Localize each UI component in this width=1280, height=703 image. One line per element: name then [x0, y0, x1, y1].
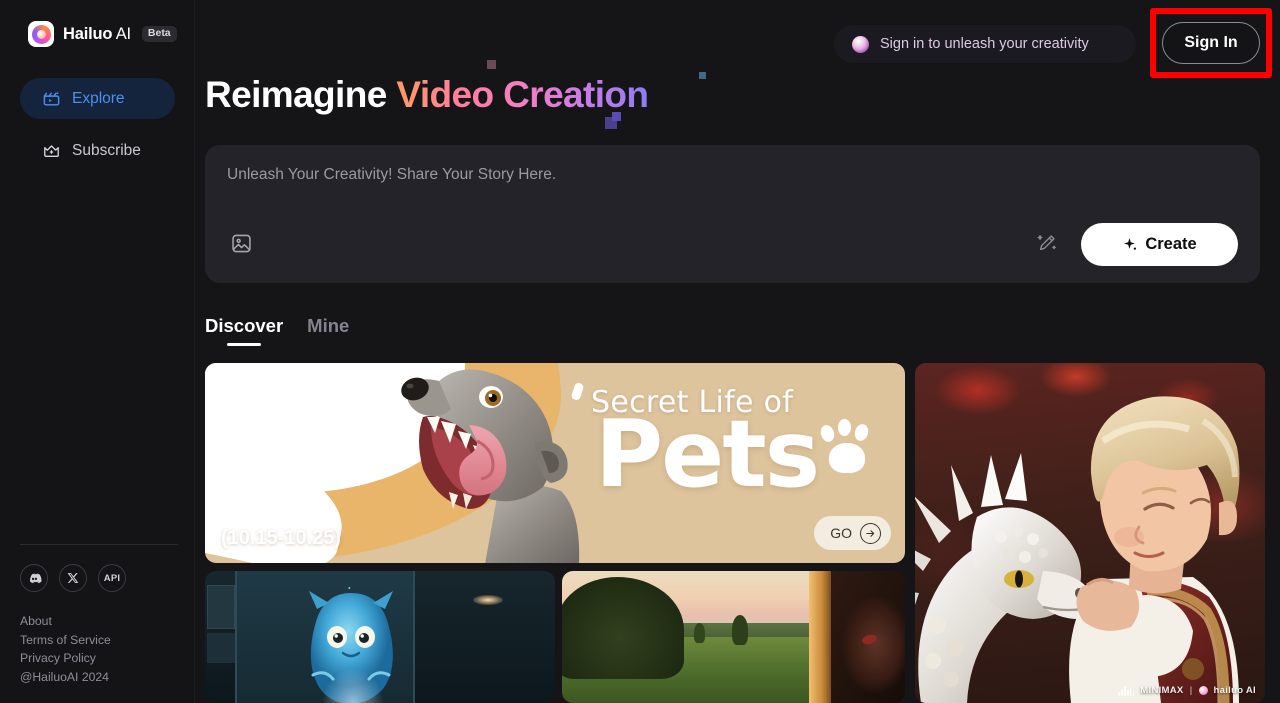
video-card-creature[interactable] — [205, 571, 555, 703]
footer-copyright: @HailuoAI 2024 — [20, 669, 109, 684]
footer-link-about[interactable]: About — [20, 612, 178, 631]
video-card-landscape[interactable] — [562, 571, 905, 703]
prompt-placeholder: Unleash Your Creativity! Share Your Stor… — [227, 166, 557, 183]
card-decor — [207, 585, 235, 629]
image-upload-button[interactable] — [227, 229, 256, 258]
sidebar-item-explore[interactable]: Explore — [20, 78, 175, 119]
card-decor — [323, 669, 383, 703]
beta-badge: Beta — [141, 26, 177, 42]
banner-go-button[interactable]: GO — [814, 516, 891, 550]
create-button[interactable]: Create — [1081, 223, 1238, 266]
image-upload-icon — [232, 234, 251, 253]
magic-pencil-button[interactable] — [1031, 227, 1063, 259]
footer-link-privacy[interactable]: Privacy Policy — [20, 649, 178, 668]
sidebar-item-label: Subscribe — [72, 141, 141, 159]
sidebar-nav: Explore Subscribe — [20, 78, 175, 182]
decor-square — [487, 60, 496, 69]
video-watermark: MINIMAX | hailuo AI — [1118, 685, 1256, 696]
hailuo-mark-icon — [1198, 686, 1208, 695]
page-title: Reimagine Video Creation — [205, 74, 649, 116]
brand-name: Hailuo AI — [63, 24, 131, 43]
api-icon[interactable]: API — [98, 564, 126, 592]
sidebar-footer: API About Terms of Service Privacy Polic… — [20, 544, 178, 686]
sidebar: Hailuo AI Beta Explore Subscribe API Abo… — [0, 0, 195, 703]
tab-discover[interactable]: Discover — [205, 315, 283, 346]
page-title-plain: Reimagine — [205, 74, 387, 115]
watermark-primary: MINIMAX — [1140, 685, 1184, 696]
sparkle-icon — [1124, 237, 1137, 250]
banner-go-label: GO — [830, 525, 852, 541]
x-twitter-icon[interactable] — [59, 564, 87, 592]
content-tabs: Discover Mine — [205, 315, 349, 346]
banner-headline: Pets — [595, 400, 820, 508]
discord-icon[interactable] — [20, 564, 48, 592]
arrow-right-circle-icon — [860, 522, 881, 544]
decor-square — [699, 72, 706, 79]
minimax-waveform-icon — [1118, 685, 1135, 696]
hailuo-spiral-logo-icon — [28, 21, 54, 47]
video-card-dragon[interactable]: MINIMAX | hailuo AI — [915, 363, 1265, 703]
page-title-gradient: Video Creation — [396, 74, 649, 115]
watermark-secondary: hailuo AI — [1213, 685, 1256, 696]
card-decor — [732, 615, 748, 645]
footer-links: About Terms of Service Privacy Policy @H… — [20, 612, 178, 686]
card-decor — [207, 633, 235, 663]
boy-illustration — [1069, 396, 1240, 703]
footer-link-terms[interactable]: Terms of Service — [20, 631, 178, 650]
paw-print-icon — [818, 419, 881, 479]
promo-banner-card[interactable]: Secret Life of Pets (10.15-10.25) GO — [205, 363, 905, 563]
brand-logo[interactable]: Hailuo AI Beta — [28, 21, 177, 47]
card-decor — [694, 623, 705, 643]
decor-square — [612, 112, 621, 121]
magic-pencil-icon — [1037, 235, 1056, 251]
crown-icon — [44, 145, 59, 158]
content-grid: Secret Life of Pets (10.15-10.25) GO MIN… — [205, 363, 1270, 703]
tab-mine[interactable]: Mine — [307, 315, 349, 346]
sidebar-item-label: Explore — [72, 89, 125, 107]
main-content: Reimagine Video Creation Unleash Your Cr… — [195, 0, 1280, 703]
watermark-separator: | — [1189, 685, 1193, 696]
card-decor — [473, 595, 503, 605]
clapperboard-icon — [43, 92, 60, 106]
prompt-input-panel[interactable]: Unleash Your Creativity! Share Your Stor… — [205, 145, 1260, 283]
social-links: API — [20, 564, 178, 592]
card-decor — [809, 571, 831, 703]
divider — [20, 544, 178, 545]
banner-date-range: (10.15-10.25) — [221, 527, 342, 549]
create-button-label: Create — [1145, 235, 1197, 253]
sidebar-item-subscribe[interactable]: Subscribe — [20, 130, 175, 171]
